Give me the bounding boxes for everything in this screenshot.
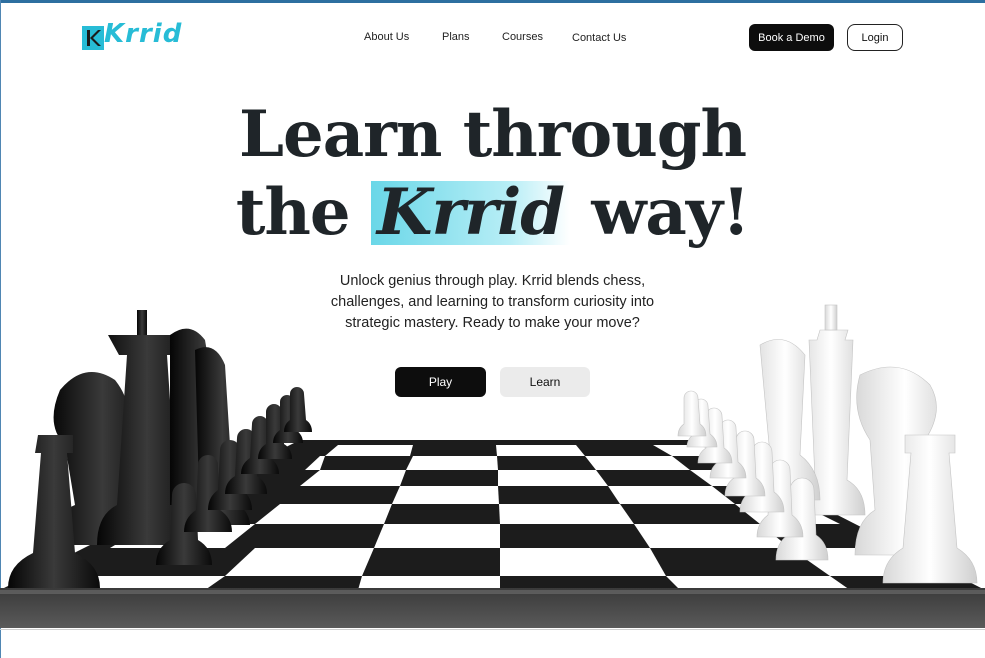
hero-subtitle: Unlock genius through play. Krrid blends…: [330, 273, 655, 331]
login-button[interactable]: Login: [847, 24, 903, 51]
nav-contact-us[interactable]: Contact Us: [572, 32, 626, 44]
nav-about-us[interactable]: About Us: [364, 31, 409, 43]
book-demo-button[interactable]: Book a Demo: [749, 24, 834, 51]
brand-wordmark: Krrid: [104, 19, 183, 49]
hero-title-prefix: the: [235, 175, 351, 250]
nav-plans[interactable]: Plans: [442, 31, 470, 43]
site-header: Krrid About Us Plans Courses Contact Us …: [0, 0, 985, 76]
play-button[interactable]: Play: [395, 367, 486, 397]
hero-title-highlight: Krrid: [370, 181, 571, 245]
hero-title-suffix: way!: [591, 175, 750, 250]
hero-title-line-1: Learn through: [238, 97, 747, 172]
logo-k-icon: [82, 26, 104, 50]
brand-logo[interactable]: Krrid: [82, 19, 181, 54]
learn-button[interactable]: Learn: [500, 367, 590, 397]
nav-courses[interactable]: Courses: [502, 31, 543, 43]
hero-heading: Learn through the Krrid way!: [0, 96, 985, 252]
chessboard-illustration: [0, 304, 985, 628]
section-divider: [0, 629, 985, 630]
